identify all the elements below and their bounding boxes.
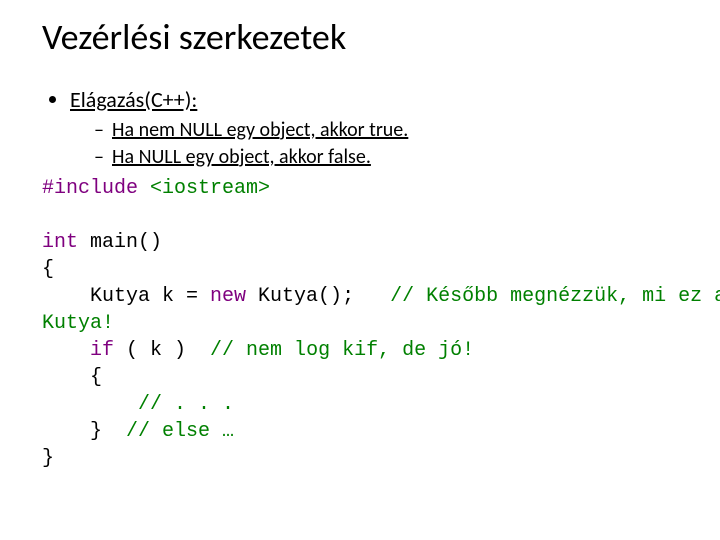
code-comment-notlog: // nem log kif, de jó! xyxy=(210,339,474,362)
code-keyword-new: new xyxy=(210,285,246,308)
code-decl-a: Kutya k = xyxy=(42,285,210,308)
code-close-brace: } xyxy=(42,447,54,470)
bullet-branching: Elágazás(C++): Ha nem NULL egy object, a… xyxy=(70,86,690,171)
slide: Vezérlési szerkezetek Elágazás(C++): Ha … xyxy=(0,0,720,540)
code-include-target: <iostream> xyxy=(150,177,270,200)
code-if-pre xyxy=(42,339,90,362)
code-indent-dots xyxy=(42,393,138,416)
code-block: #include <iostream> int main() { Kutya k… xyxy=(42,175,690,472)
bullet-branching-text: Elágazás(C++): xyxy=(70,86,197,113)
slide-title: Vezérlési szerkezetek xyxy=(42,18,690,58)
code-inner-open-brace: { xyxy=(42,366,102,389)
code-include-directive: #include xyxy=(42,177,150,200)
code-keyword-int: int xyxy=(42,231,78,254)
code-decl-c: Kutya(); xyxy=(246,285,390,308)
code-comment-kutya-wrap: Kutya! xyxy=(42,312,114,335)
code-comment-later: // Később megnézzük, mi ez a xyxy=(390,285,720,308)
sub-bullet-notnull: Ha nem NULL egy object, akkor true. xyxy=(94,117,690,144)
bullet-list-level2: Ha nem NULL egy object, akkor true. Ha N… xyxy=(70,117,690,171)
code-comment-else: // else … xyxy=(126,420,234,443)
code-inner-close-brace: } xyxy=(42,420,126,443)
code-keyword-if: if xyxy=(90,339,114,362)
sub-bullet-null: Ha NULL egy object, akkor false. xyxy=(94,144,690,171)
bullet-list-level1: Elágazás(C++): Ha nem NULL egy object, a… xyxy=(42,86,690,171)
code-comment-dots: // . . . xyxy=(138,393,234,416)
code-if-cond: ( k ) xyxy=(114,339,210,362)
code-open-brace: { xyxy=(42,258,54,281)
code-main-signature: main() xyxy=(78,231,162,254)
